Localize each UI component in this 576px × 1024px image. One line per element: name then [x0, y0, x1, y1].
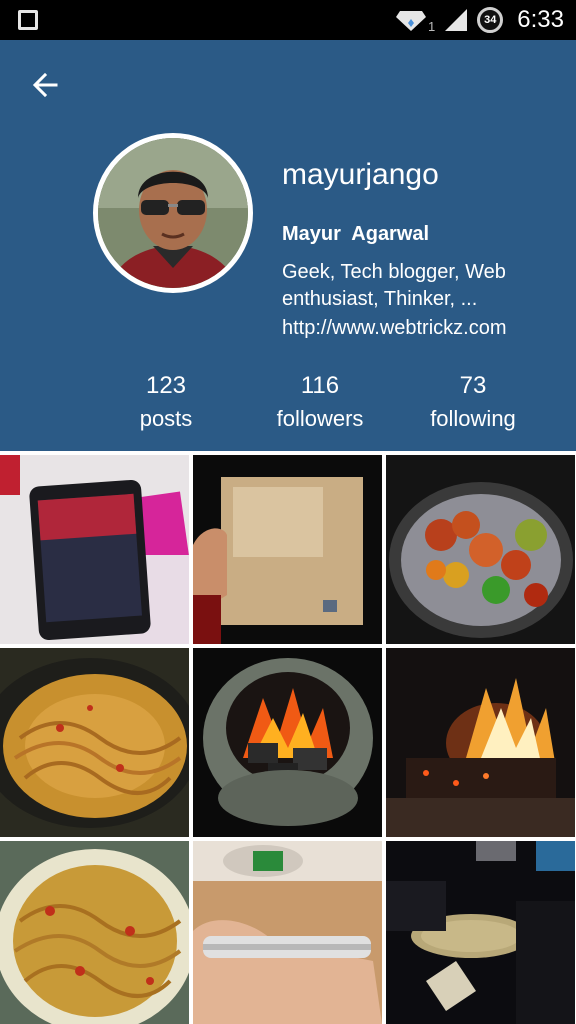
photo-charcoal-stove: [193, 648, 382, 837]
photo-tile[interactable]: [386, 841, 575, 1024]
battery-level: 34: [484, 14, 497, 26]
avatar[interactable]: [93, 133, 253, 293]
photo-noodles-pan: [0, 648, 189, 837]
back-button[interactable]: [28, 68, 62, 102]
avatar-image: [98, 138, 248, 288]
photo-grid: [0, 455, 576, 1024]
posts-count: 123: [145, 372, 187, 399]
following-label: following: [430, 406, 516, 431]
sim-slot-label: 1: [428, 18, 436, 34]
photo-tile[interactable]: [193, 648, 382, 837]
photo-tandoori-plate: [386, 455, 575, 644]
photo-phone-in-hand: [193, 841, 382, 1024]
status-bar: 1 34 6:33: [0, 0, 576, 40]
battery-icon: 34: [477, 7, 504, 33]
website-link[interactable]: http://www.webtrickz.com: [282, 317, 507, 340]
stat-posts[interactable]: 123 posts: [91, 372, 241, 432]
arrow-left-icon: [32, 72, 58, 98]
full-name: Mayur Agarwal: [282, 223, 430, 245]
profile-header: mayurjango Mayur Agarwal Geek, Tech blog…: [0, 40, 576, 451]
photo-tile[interactable]: [386, 648, 575, 837]
followers-count: 116: [300, 372, 340, 399]
following-count: 73: [459, 372, 487, 399]
stat-followers[interactable]: 116 followers: [245, 372, 395, 432]
username: mayurjango: [282, 158, 439, 191]
followers-label: followers: [276, 406, 364, 431]
status-icons: 1 34 6:33: [396, 0, 564, 40]
notification-square-icon: [18, 10, 38, 30]
photo-tile[interactable]: [0, 648, 189, 837]
photo-tile[interactable]: [0, 455, 189, 644]
data-diamond-icon: [396, 11, 427, 31]
photo-phone-on-desk: [0, 455, 189, 644]
photo-tile[interactable]: [0, 841, 189, 1024]
photo-street-food-night: [386, 841, 575, 1024]
bio: Geek, Tech blogger, Web enthusiast, Thin…: [282, 261, 506, 310]
photo-cardboard-box: [193, 455, 382, 644]
signal-icon: [445, 9, 468, 31]
posts-label: posts: [139, 406, 193, 431]
clock: 6:33: [517, 6, 564, 33]
photo-tile[interactable]: [193, 455, 382, 644]
photo-tile[interactable]: [193, 841, 382, 1024]
stat-following[interactable]: 73 following: [398, 372, 548, 432]
photo-bonfire: [386, 648, 575, 837]
photo-noodles-plate: [0, 841, 189, 1024]
photo-tile[interactable]: [386, 455, 575, 644]
